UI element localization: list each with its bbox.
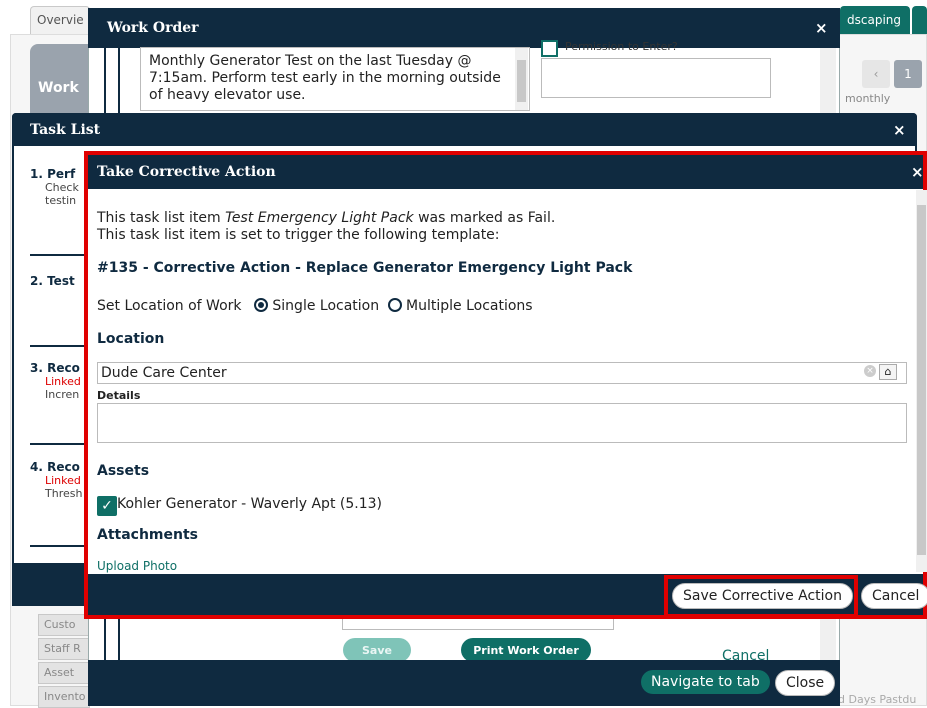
set-location-label: Set Location of Work xyxy=(97,298,242,314)
fail-message: This task list item Test Emergency Light… xyxy=(97,210,555,226)
home-icon[interactable]: ⌂ xyxy=(879,364,897,380)
corrective-action-title: Take Corrective Action xyxy=(97,164,276,180)
single-location-radio[interactable] xyxy=(253,298,268,312)
corrective-action-close-icon[interactable]: × xyxy=(911,163,924,181)
permission-notes-field[interactable] xyxy=(541,58,771,98)
location-heading: Location xyxy=(97,331,165,347)
monthly-label: monthly xyxy=(845,92,891,105)
description-scroll-thumb[interactable] xyxy=(517,60,526,102)
past-due-label: d Days Pastdu xyxy=(838,693,917,706)
task-list-title: Task List xyxy=(30,122,101,138)
sidebar-item-assets[interactable]: Asset xyxy=(38,662,90,684)
task-item-desc: Check xyxy=(45,181,79,194)
task-item-desc: testin xyxy=(45,194,77,207)
tab-overview-label: Overvie xyxy=(37,13,84,27)
details-label: Details xyxy=(97,389,141,402)
location-field[interactable]: Dude Care Center xyxy=(97,362,907,384)
permission-checkbox[interactable] xyxy=(541,40,558,57)
task-item-desc: Thresh xyxy=(45,487,83,500)
fail-message-prefix: This task list item xyxy=(97,210,226,226)
sidebar-item-inventory[interactable]: Invento xyxy=(38,686,90,708)
single-location-label[interactable]: Single Location xyxy=(272,298,379,314)
template-name: #135 - Corrective Action - Replace Gener… xyxy=(97,260,633,276)
task-separator xyxy=(30,345,85,347)
assets-heading: Assets xyxy=(97,463,150,479)
work-order-close-icon[interactable]: × xyxy=(815,19,828,37)
task-item-title[interactable]: 2. Test xyxy=(30,274,75,288)
tab-overview[interactable]: Overvie xyxy=(30,6,90,34)
task-item-title[interactable]: 1. Perf xyxy=(30,167,75,181)
work-order-header xyxy=(88,8,840,48)
upload-photo-link[interactable]: Upload Photo xyxy=(97,559,177,573)
work-order-title: Work Order xyxy=(107,20,199,36)
tab-landscaping-label: dscaping xyxy=(847,13,901,27)
task-list-header xyxy=(12,113,917,146)
asset-checkbox[interactable]: ✓ xyxy=(97,496,117,516)
task-separator xyxy=(30,443,85,445)
pager-prev-button[interactable]: ‹ xyxy=(862,60,890,88)
task-list-close-icon[interactable]: × xyxy=(893,121,906,139)
navigate-to-tab-button[interactable]: Navigate to tab xyxy=(641,670,770,694)
asset-label: Kohler Generator - Waverly Apt (5.13) xyxy=(117,496,382,512)
task-item-title[interactable]: 3. Reco xyxy=(30,361,80,375)
task-item-desc: Incren xyxy=(45,388,80,401)
template-trigger-message: This task list item is set to trigger th… xyxy=(97,227,500,243)
attachments-heading: Attachments xyxy=(97,527,199,543)
task-item-title[interactable]: 4. Reco xyxy=(30,460,80,474)
task-item-linked-label: Linked xyxy=(45,375,81,388)
work-order-cancel-link[interactable]: Cancel xyxy=(722,648,769,664)
details-field[interactable] xyxy=(97,403,907,443)
cancel-button[interactable]: Cancel xyxy=(861,583,927,609)
work-order-description-field[interactable]: Monthly Generator Test on the last Tuesd… xyxy=(140,47,530,111)
work-card-title: Work xyxy=(38,80,79,96)
permission-label: Permission to Enter? xyxy=(565,40,678,53)
pager-page-button[interactable]: 1 xyxy=(894,60,922,88)
tab-next[interactable] xyxy=(912,6,927,34)
task-item-name: Test Emergency Light Pack xyxy=(225,210,414,226)
sidebar-item-customers[interactable]: Custo xyxy=(38,614,90,636)
fail-message-suffix: was marked as Fail. xyxy=(413,210,556,226)
task-item-linked-label: Linked xyxy=(45,474,81,487)
print-work-order-button[interactable]: Print Work Order xyxy=(461,638,591,662)
multiple-locations-label[interactable]: Multiple Locations xyxy=(406,298,533,314)
multiple-locations-radio[interactable] xyxy=(387,298,402,312)
task-separator xyxy=(30,545,85,547)
corrective-action-scroll-thumb[interactable] xyxy=(917,205,926,555)
save-corrective-action-button[interactable]: Save Corrective Action xyxy=(672,583,853,609)
work-order-save-button[interactable]: Save xyxy=(343,638,411,662)
sidebar-item-staff[interactable]: Staff R xyxy=(38,638,90,660)
tab-landscaping[interactable]: dscaping xyxy=(840,6,910,34)
clear-icon[interactable]: × xyxy=(864,365,876,377)
task-separator xyxy=(30,254,85,256)
location-type-row: Set Location of Work Single Location Mul… xyxy=(97,298,533,314)
work-order-close-button[interactable]: Close xyxy=(775,670,836,696)
